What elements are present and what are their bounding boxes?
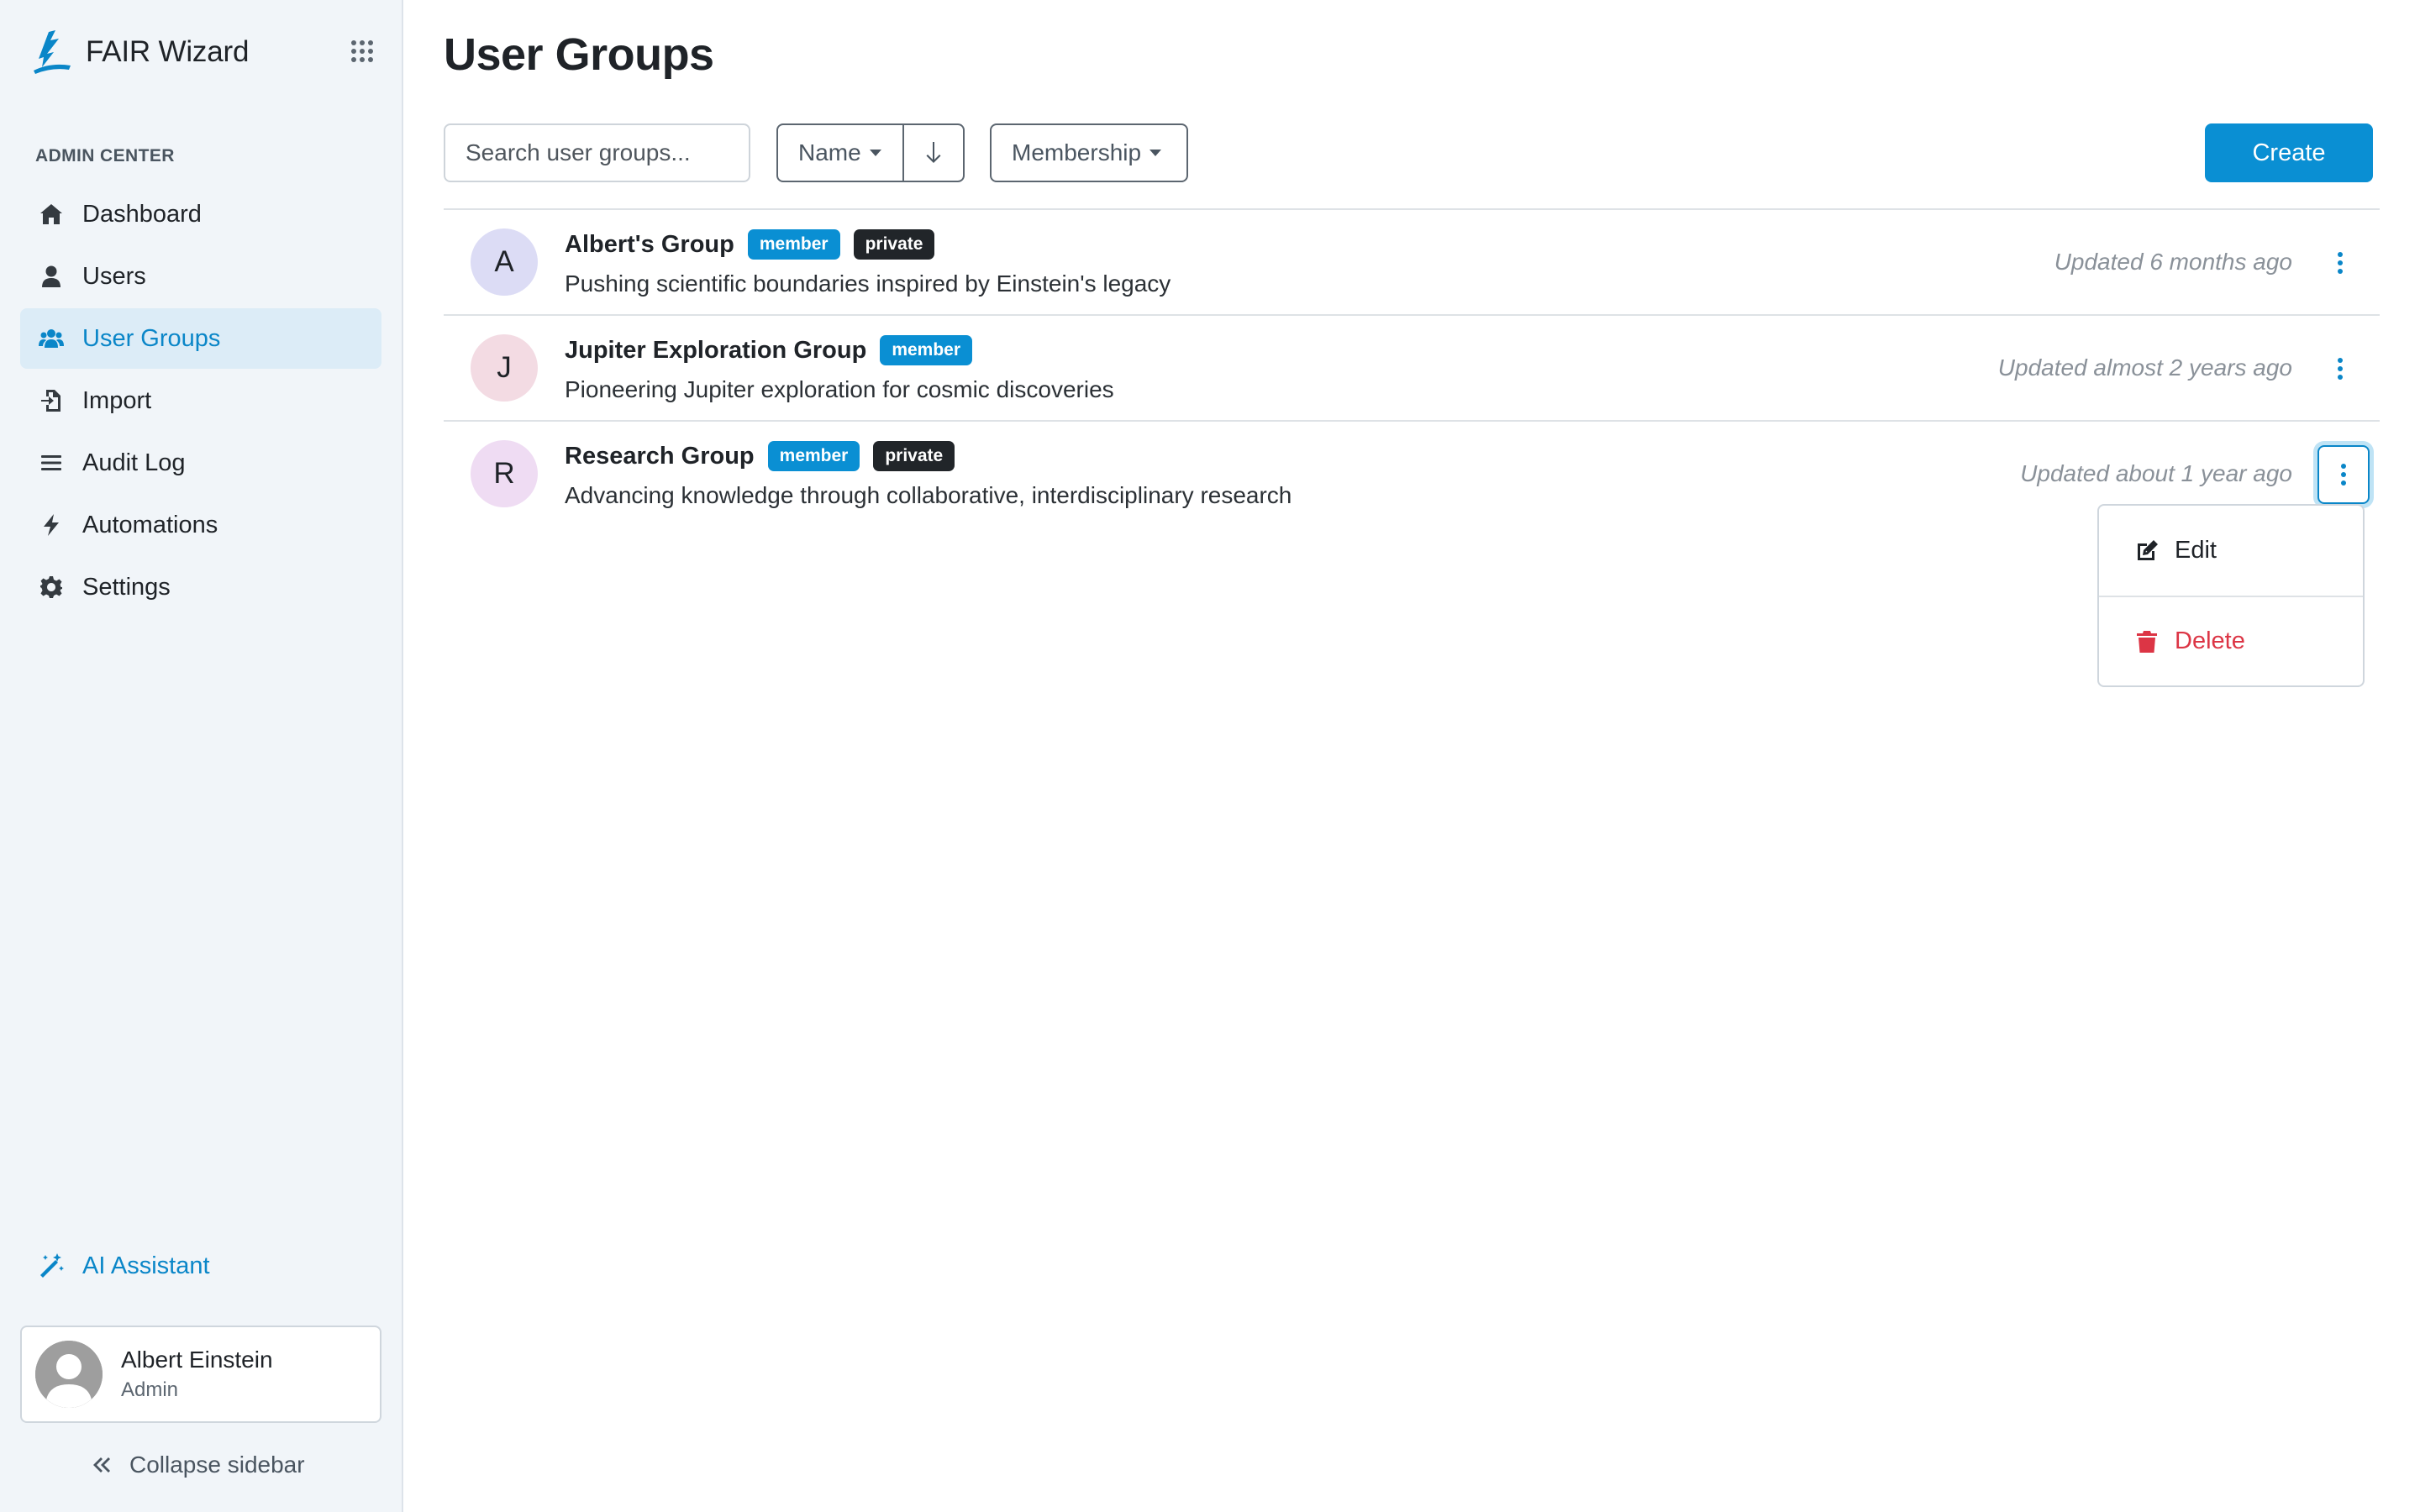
brand[interactable]: FAIR Wizard: [30, 29, 249, 76]
member-badge: member: [747, 229, 840, 260]
sort-field-dropdown[interactable]: Name: [776, 123, 904, 182]
group-avatar: R: [471, 440, 538, 507]
sidebar-item-automations[interactable]: Automations: [20, 495, 381, 555]
sidebar-item-import[interactable]: Import: [20, 370, 381, 431]
list-icon: [37, 449, 66, 477]
edit-icon: [2138, 539, 2158, 560]
group-description: Advancing knowledge through collaborativ…: [565, 482, 1292, 508]
edit-label: Edit: [2175, 537, 2217, 564]
gear-icon: [37, 573, 66, 601]
row-actions-dropdown: Edit Delete: [2097, 504, 2365, 687]
list-item[interactable]: A Albert's Group member private Pushing …: [444, 210, 2380, 316]
membership-filter-dropdown[interactable]: Membership: [990, 123, 1188, 182]
user-silhouette-icon: [35, 1341, 103, 1408]
sidebar-item-label: Settings: [82, 573, 171, 601]
sidebar: FAIR Wizard ADMIN CENTER Dashboard Users…: [0, 0, 403, 1512]
group-avatar: J: [471, 334, 538, 402]
more-actions-button[interactable]: [2319, 348, 2361, 390]
group-name-link[interactable]: Albert's Group: [565, 231, 734, 259]
sort-direction-button[interactable]: [904, 123, 965, 182]
sidebar-item-label: Import: [82, 386, 152, 414]
updated-timestamp: Updated 6 months ago: [2054, 249, 2292, 275]
sidebar-section-title: ADMIN CENTER: [35, 146, 175, 165]
more-actions-button[interactable]: [2317, 445, 2370, 504]
group-avatar: A: [471, 228, 538, 296]
collapse-sidebar-button[interactable]: Collapse sidebar: [89, 1448, 305, 1482]
home-icon: [37, 200, 66, 228]
edit-menu-item[interactable]: Edit: [2099, 506, 2363, 596]
trash-icon: [2137, 630, 2157, 653]
brand-name: FAIR Wizard: [86, 35, 250, 68]
private-badge: private: [853, 229, 935, 260]
private-badge: private: [873, 441, 955, 471]
ai-assistant-link[interactable]: AI Assistant: [37, 1250, 210, 1282]
user-groups-list: A Albert's Group member private Pushing …: [444, 208, 2380, 528]
sidebar-item-users[interactable]: Users: [20, 246, 381, 307]
ai-assistant-label: AI Assistant: [82, 1252, 210, 1279]
collapse-sidebar-label: Collapse sidebar: [129, 1452, 305, 1478]
caret-down-icon: [869, 150, 881, 156]
fair-wizard-logo-icon: [34, 30, 71, 74]
list-item[interactable]: J Jupiter Exploration Group member Pione…: [444, 316, 2380, 422]
sidebar-item-label: Automations: [82, 511, 218, 538]
double-chevron-left-icon: [93, 1457, 110, 1473]
create-button[interactable]: Create: [2205, 123, 2373, 182]
delete-label: Delete: [2175, 627, 2245, 654]
user-profile-card[interactable]: Albert Einstein Admin: [20, 1326, 381, 1423]
sidebar-item-settings[interactable]: Settings: [20, 557, 381, 617]
users-icon: [37, 324, 66, 353]
group-description: Pioneering Jupiter exploration for cosmi…: [565, 376, 1114, 402]
more-actions-button[interactable]: [2319, 242, 2361, 284]
import-icon: [37, 386, 66, 415]
page-title: User Groups: [444, 29, 714, 80]
arrow-down-icon: [926, 142, 941, 163]
user-name: Albert Einstein: [121, 1347, 273, 1373]
app-root: FAIR Wizard ADMIN CENTER Dashboard Users…: [0, 0, 2420, 1512]
sort-field-label: Name: [798, 139, 861, 165]
delete-menu-item[interactable]: Delete: [2099, 596, 2363, 685]
kebab-menu-icon: [2338, 358, 2343, 380]
caret-down-icon: [1150, 150, 1162, 156]
sidebar-item-audit-log[interactable]: Audit Log: [20, 433, 381, 493]
sidebar-item-label: Audit Log: [82, 449, 186, 476]
sidebar-item-label: Dashboard: [82, 200, 202, 228]
membership-filter-label: Membership: [1012, 139, 1142, 165]
magic-wand-icon: [40, 1253, 64, 1278]
sidebar-item-label: User Groups: [82, 324, 221, 352]
group-name-link[interactable]: Research Group: [565, 443, 755, 470]
sidebar-nav: Dashboard Users User Groups Import Audit…: [20, 184, 381, 619]
sidebar-item-label: Users: [82, 262, 146, 290]
sort-controls: Name: [776, 123, 965, 182]
bolt-icon: [37, 511, 66, 539]
updated-timestamp: Updated about 1 year ago: [2020, 460, 2292, 486]
user-icon: [37, 262, 66, 291]
updated-timestamp: Updated almost 2 years ago: [1997, 354, 2292, 381]
avatar: [35, 1341, 103, 1408]
list-item[interactable]: R Research Group member private Advancin…: [444, 422, 2380, 528]
user-role: Admin: [121, 1378, 179, 1401]
kebab-menu-icon: [2341, 464, 2346, 486]
sidebar-item-dashboard[interactable]: Dashboard: [20, 184, 381, 244]
group-description: Pushing scientific boundaries inspired b…: [565, 270, 1171, 297]
apps-grid-icon[interactable]: [350, 39, 375, 64]
member-badge: member: [767, 441, 860, 471]
search-input[interactable]: [444, 123, 750, 182]
group-name-link[interactable]: Jupiter Exploration Group: [565, 337, 866, 365]
member-badge: member: [880, 335, 973, 365]
kebab-menu-icon: [2338, 252, 2343, 274]
sidebar-item-user-groups[interactable]: User Groups: [20, 308, 381, 369]
